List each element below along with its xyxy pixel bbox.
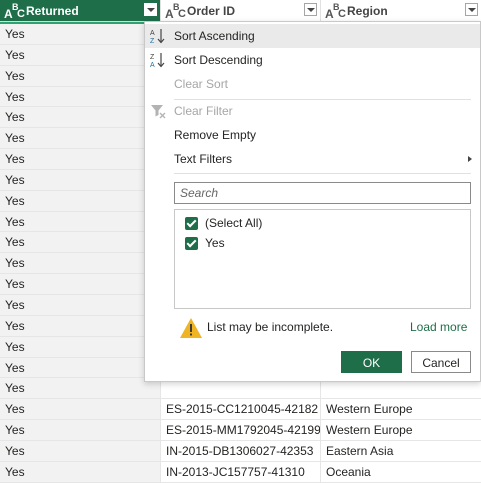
warning-icon <box>180 318 202 338</box>
remove-empty-label: Remove Empty <box>174 128 257 142</box>
cell-region[interactable]: Eastern Asia <box>320 440 481 461</box>
checkbox-checked-icon[interactable] <box>185 217 198 230</box>
remove-empty-item[interactable]: Remove Empty <box>145 123 480 147</box>
column-header-region[interactable]: ABC Region <box>320 0 481 22</box>
clear-filter-item[interactable]: Clear Filter <box>145 99 480 123</box>
cell-returned[interactable]: Yes <box>0 253 160 274</box>
cell-returned[interactable]: Yes <box>0 169 160 190</box>
text-type-icon[interactable]: ABC <box>165 2 187 21</box>
table-row: Yes IN-2013-JC157757-41310 Oceania <box>0 461 481 483</box>
column-title: Returned <box>26 4 79 18</box>
sort-descending-label: Sort Descending <box>174 53 263 67</box>
sort-ascending-icon: A Z <box>150 29 165 44</box>
select-all-label: (Select All) <box>205 216 263 230</box>
svg-text:Z: Z <box>150 54 155 61</box>
cell-returned[interactable]: Yes <box>0 44 160 65</box>
cell-returned[interactable]: Yes <box>0 315 160 336</box>
svg-text:Z: Z <box>150 38 155 44</box>
cell-returned[interactable]: Yes <box>0 420 160 440</box>
cancel-button[interactable]: Cancel <box>411 351 471 373</box>
cell-order-id[interactable]: IN-2013-JC157757-41310 <box>160 461 320 482</box>
cell-returned[interactable]: Yes <box>0 86 160 107</box>
cell-region[interactable]: Western Europe <box>320 399 481 420</box>
filter-dropdown-button[interactable] <box>465 3 478 16</box>
cell-order-id[interactable]: ES-2015-MM1792045-42199 <box>160 420 320 440</box>
checkbox-checked-icon[interactable] <box>185 237 198 250</box>
clear-filter-label: Clear Filter <box>174 104 233 118</box>
cell-returned[interactable]: Yes <box>0 211 160 232</box>
column-title: Region <box>347 4 388 18</box>
cell-returned[interactable]: Yes <box>0 378 160 399</box>
svg-text:A: A <box>150 30 155 37</box>
cell-returned[interactable]: Yes <box>0 336 160 357</box>
cell-returned[interactable]: Yes <box>0 190 160 211</box>
svg-text:A: A <box>150 62 155 68</box>
search-input[interactable] <box>175 183 470 203</box>
cell-returned[interactable]: Yes <box>0 440 160 461</box>
values-list: (Select All) Yes <box>174 209 471 309</box>
cell-returned[interactable]: Yes <box>0 357 160 378</box>
value-option-yes[interactable]: Yes <box>185 234 225 252</box>
cell-returned[interactable]: Yes <box>0 294 160 315</box>
sort-ascending-item[interactable]: A Z Sort Ascending <box>145 24 480 48</box>
sort-descending-icon: Z A <box>150 53 165 68</box>
column-header-order-id[interactable]: ABC Order ID <box>160 0 320 22</box>
clear-filter-icon <box>151 105 166 119</box>
table-row: Yes IN-2015-DB1306027-42353 Eastern Asia <box>0 440 481 462</box>
cell-returned[interactable]: Yes <box>0 128 160 149</box>
clear-sort-item[interactable]: Clear Sort <box>145 72 480 96</box>
cell-returned[interactable]: Yes <box>0 24 160 44</box>
select-all-option[interactable]: (Select All) <box>185 214 262 232</box>
menu-separator <box>174 173 471 174</box>
text-type-icon[interactable]: ABC <box>325 2 347 21</box>
filter-dropdown-button[interactable] <box>144 3 157 16</box>
cell-returned[interactable]: Yes <box>0 107 160 128</box>
column-title: Order ID <box>187 4 236 18</box>
cell-returned[interactable]: Yes <box>0 232 160 253</box>
table-row: Yes ES-2015-MM1792045-42199 Western Europe <box>0 420 481 441</box>
sort-descending-item[interactable]: Z A Sort Descending <box>145 48 480 72</box>
cell-returned[interactable]: Yes <box>0 399 160 420</box>
clear-sort-label: Clear Sort <box>174 77 229 91</box>
text-type-icon[interactable]: ABC <box>4 2 26 21</box>
ok-button[interactable]: OK <box>341 351 402 373</box>
cell-order-id[interactable]: IN-2015-DB1306027-42353 <box>160 440 320 461</box>
value-label: Yes <box>205 236 225 250</box>
cell-region[interactable]: Oceania <box>320 461 481 482</box>
text-filters-label: Text Filters <box>174 152 233 166</box>
cell-returned[interactable]: Yes <box>0 461 160 482</box>
cell-returned[interactable]: Yes <box>0 65 160 86</box>
cell-order-id[interactable]: ES-2015-CC1210045-42182 <box>160 399 320 420</box>
load-more-link[interactable]: Load more <box>410 320 467 334</box>
cell-returned[interactable]: Yes <box>0 149 160 169</box>
cell-returned[interactable]: Yes <box>0 274 160 294</box>
filter-dropdown-button[interactable] <box>304 3 317 16</box>
incomplete-list-warning: List may be incomplete. <box>207 320 334 334</box>
search-box[interactable] <box>174 182 471 204</box>
column-filter-menu: A Z Sort Ascending Z A Sort Descending C… <box>144 21 481 382</box>
text-filters-item[interactable]: Text Filters <box>145 147 480 171</box>
column-header-returned[interactable]: ABC Returned <box>0 0 160 22</box>
sort-ascending-label: Sort Ascending <box>174 29 255 43</box>
submenu-arrow-icon <box>468 156 472 162</box>
table-row: Yes ES-2015-CC1210045-42182 Western Europe <box>0 399 481 421</box>
cell-region[interactable]: Western Europe <box>320 420 481 440</box>
